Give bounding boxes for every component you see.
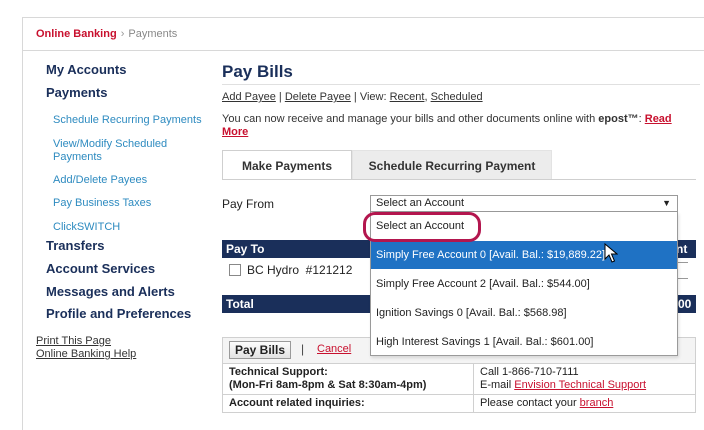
account-inquiries-text: Please contact your (480, 397, 580, 409)
sidebar-item-profile-preferences[interactable]: Profile and Preferences (46, 306, 191, 321)
sidebar-subitem-clickswitch[interactable]: ClickSWITCH (53, 221, 203, 234)
table-row: BC Hydro #121212 (229, 263, 352, 277)
dropdown-option-ignition-savings[interactable]: Ignition Savings 0 [Avail. Bal.: $568.98… (371, 299, 677, 327)
breadcrumb-separator: › (120, 28, 125, 40)
total-value-fragment: 00 (678, 297, 692, 311)
breadcrumb-divider (22, 50, 704, 51)
view-label: View: (359, 91, 387, 103)
breadcrumb-home-link[interactable]: Online Banking (36, 28, 117, 40)
breadcrumb: Online Banking › Payments (36, 28, 177, 40)
tab-schedule-recurring[interactable]: Schedule Recurring Payment (352, 150, 552, 180)
title-divider (222, 84, 700, 85)
tab-make-payments[interactable]: Make Payments (222, 150, 352, 180)
envision-support-link[interactable]: Envision Technical Support (514, 379, 646, 391)
pay-from-select-value: Select an Account (376, 197, 465, 209)
chevron-down-icon: ▼ (662, 198, 671, 208)
epost-brand: epost™ (598, 113, 639, 125)
support-table: Technical Support: (Mon-Fri 8am-8pm & Sa… (222, 363, 696, 413)
sidebar-subitem-schedule-recurring[interactable]: Schedule Recurring Payments (53, 114, 203, 127)
view-scheduled-link[interactable]: Scheduled (431, 91, 483, 103)
annotation-highlight-ring (363, 212, 481, 242)
pay-bills-button[interactable]: Pay Bills (229, 341, 292, 359)
epost-notice-text: You can now receive and manage your bill… (222, 113, 599, 125)
delete-payee-link[interactable]: Delete Payee (285, 91, 351, 103)
pay-from-select[interactable]: Select an Account ▼ (370, 195, 678, 212)
dropdown-option-high-interest-savings[interactable]: High Interest Savings 1 [Avail. Bal.: $6… (371, 328, 677, 356)
breadcrumb-current: Payments (128, 28, 178, 40)
account-inquiries-label: Account related inquiries: (222, 394, 474, 413)
payee-links: Add Payee | Delete Payee | View: Recent,… (222, 91, 483, 103)
sidebar-item-payments[interactable]: Payments (46, 85, 107, 100)
table-row: Account related inquiries: Please contac… (222, 394, 696, 413)
tech-support-phone: Call 1-866-710-7111 (480, 366, 579, 378)
table-row: Technical Support: (Mon-Fri 8am-8pm & Sa… (222, 363, 696, 395)
tech-support-title: Technical Support: (229, 366, 328, 378)
pay-from-label: Pay From (222, 197, 275, 211)
online-banking-help-link[interactable]: Online Banking Help (36, 348, 136, 360)
dropdown-option-simply-free-2[interactable]: Simply Free Account 2 [Avail. Bal.: $544… (371, 270, 677, 298)
account-inquiries-contact: Please contact your branch (473, 394, 696, 413)
total-label: Total (226, 297, 254, 311)
page-title: Pay Bills (222, 62, 293, 81)
mouse-cursor-icon (604, 243, 618, 263)
cancel-link[interactable]: Cancel (317, 343, 351, 355)
sidebar-item-account-services[interactable]: Account Services (46, 261, 155, 276)
sidebar-subitem-add-delete-payees[interactable]: Add/Delete Payees (53, 174, 203, 187)
payee-name: BC Hydro #121212 (247, 263, 353, 277)
tab-divider (222, 179, 696, 180)
branch-link[interactable]: branch (580, 397, 614, 409)
tech-support-contact: Call 1-866-710-7111 E-mail Envision Tech… (473, 363, 696, 395)
payee-checkbox[interactable] (229, 264, 241, 276)
sidebar-item-my-accounts[interactable]: My Accounts (46, 62, 126, 77)
tech-support-label: Technical Support: (Mon-Fri 8am-8pm & Sa… (222, 363, 474, 395)
view-recent-link[interactable]: Recent (390, 91, 425, 103)
pay-to-header: Pay To (226, 242, 265, 256)
add-payee-link[interactable]: Add Payee (222, 91, 276, 103)
sidebar-item-transfers[interactable]: Transfers (46, 238, 105, 253)
epost-notice: You can now receive and manage your bill… (222, 113, 682, 139)
sidebar-subitem-pay-business-taxes[interactable]: Pay Business Taxes (53, 197, 203, 210)
action-separator: | (301, 342, 305, 356)
dropdown-option-simply-free-0[interactable]: Simply Free Account 0 [Avail. Bal.: $19,… (371, 241, 677, 269)
tech-email-prefix: E-mail (480, 379, 515, 391)
print-page-link[interactable]: Print This Page (36, 335, 111, 347)
tech-support-hours: (Mon-Fri 8am-8pm & Sat 8:30am-4pm) (229, 379, 427, 391)
sidebar-item-messages-alerts[interactable]: Messages and Alerts (46, 284, 175, 299)
sidebar-subitem-view-modify-scheduled[interactable]: View/Modify Scheduled Payments (53, 138, 203, 164)
